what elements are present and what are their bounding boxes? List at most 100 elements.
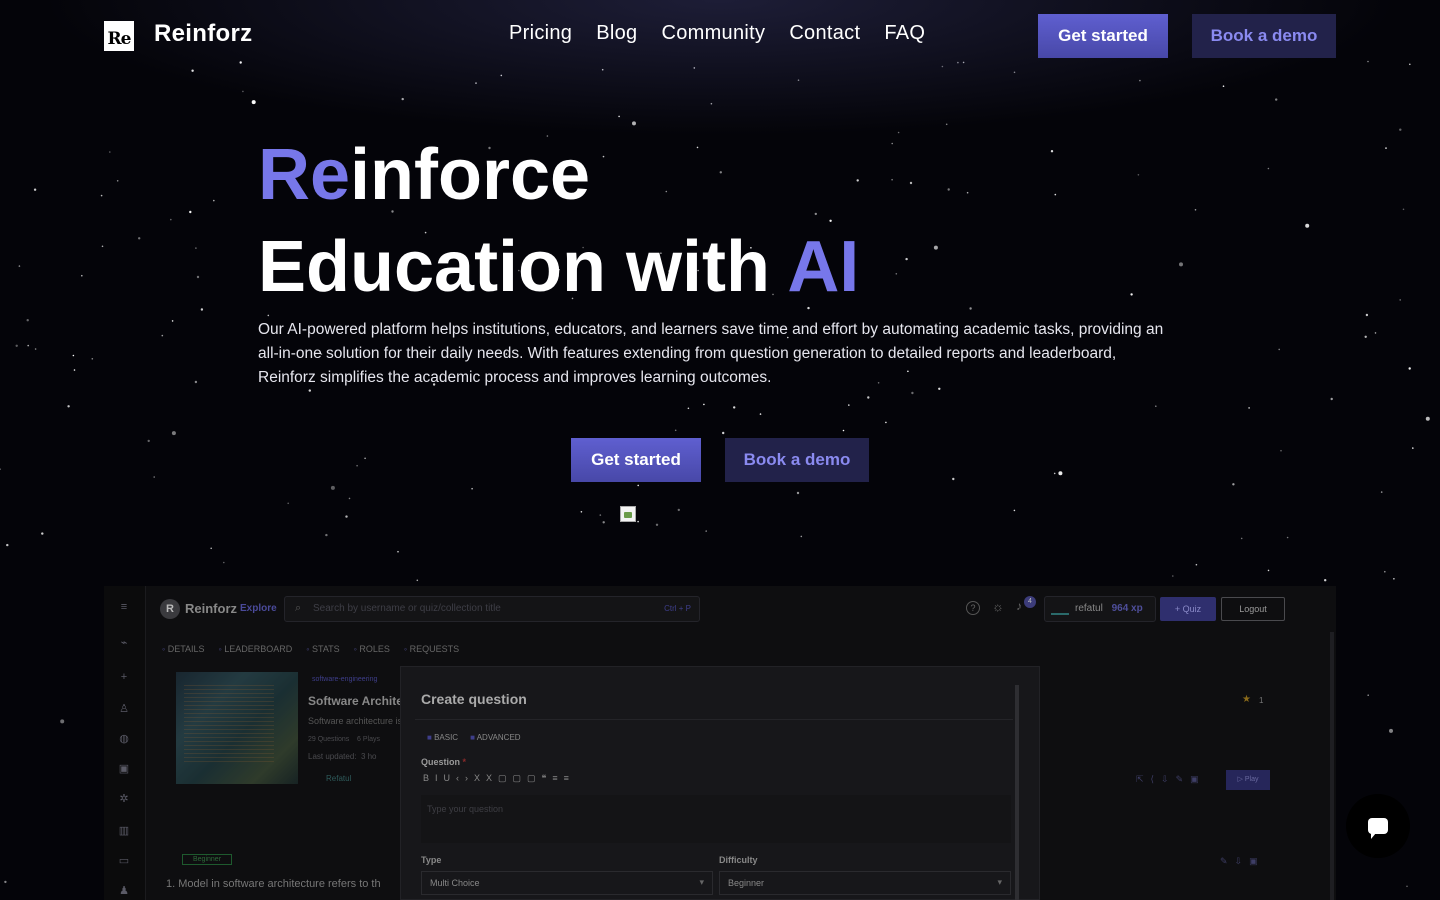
chat-widget-button[interactable] xyxy=(1346,794,1410,858)
hero-book-demo-button[interactable]: Book a demo xyxy=(725,438,869,482)
rich-text-toolbar: BIU‹›XX▢▢▢❝≡≡ xyxy=(423,773,575,783)
nav-book-demo-button[interactable]: Book a demo xyxy=(1192,14,1336,58)
star xyxy=(602,521,605,524)
hero-get-started-button[interactable]: Get started xyxy=(571,438,701,482)
preview-brand: Reinforz xyxy=(185,601,237,616)
star xyxy=(933,245,938,250)
nav-link-contact[interactable]: Contact xyxy=(789,22,860,45)
preview-xp: 964 xp xyxy=(1111,603,1143,614)
star xyxy=(1286,536,1289,539)
star xyxy=(703,403,705,406)
star xyxy=(1232,483,1235,486)
star xyxy=(195,247,197,249)
star xyxy=(693,67,696,69)
main-nav: Pricing Blog Community Contact FAQ xyxy=(509,22,925,45)
modal-scrollbar xyxy=(1015,685,1019,900)
difficulty-select: Beginner xyxy=(719,871,1011,895)
star xyxy=(1330,397,1333,401)
star xyxy=(213,199,215,202)
star xyxy=(848,404,850,406)
star xyxy=(759,413,762,415)
create-question-modal: Create question BASIC ADVANCED Question … xyxy=(400,666,1040,900)
star xyxy=(171,431,176,436)
star xyxy=(655,523,659,526)
star xyxy=(1367,60,1369,63)
star xyxy=(67,405,70,408)
preview-topbar: R Reinforz Explore ⌕ Search by username … xyxy=(146,586,1336,632)
star xyxy=(287,502,290,505)
star xyxy=(27,344,30,347)
modal-tabs: BASIC ADVANCED xyxy=(427,733,521,742)
hero-title-inforce: inforce xyxy=(350,135,591,215)
nav-link-blog[interactable]: Blog xyxy=(596,22,637,45)
star xyxy=(1139,79,1141,82)
star xyxy=(171,320,174,322)
logo-icon[interactable]: Re xyxy=(104,21,134,51)
modal-tab-basic: BASIC xyxy=(427,733,458,742)
star xyxy=(345,515,348,518)
star xyxy=(200,308,204,311)
nav-link-community[interactable]: Community xyxy=(661,22,765,45)
folder-icon: ▭ xyxy=(118,855,130,867)
modal-title: Create question xyxy=(421,691,527,707)
star xyxy=(637,484,639,487)
star xyxy=(475,82,477,84)
star xyxy=(911,391,914,395)
search-icon: ⌕ xyxy=(295,602,302,614)
star xyxy=(722,431,725,435)
star xyxy=(796,491,800,495)
star xyxy=(161,334,164,337)
star xyxy=(397,550,399,553)
question-action-icons: ✎⇩▣ xyxy=(1220,856,1265,866)
star xyxy=(637,520,639,523)
brand-name[interactable]: Reinforz xyxy=(154,20,252,48)
star xyxy=(842,429,845,432)
star xyxy=(330,485,335,490)
preview-tab-roles: ROLES xyxy=(354,644,390,654)
star xyxy=(33,188,37,191)
star xyxy=(797,79,800,81)
menu-icon: ≡ xyxy=(120,601,128,613)
star xyxy=(1278,348,1280,351)
star xyxy=(601,68,604,71)
star xyxy=(0,468,1,470)
star xyxy=(500,74,503,77)
star xyxy=(733,406,736,409)
preview-explore-link: Explore xyxy=(240,603,277,614)
star xyxy=(1409,63,1411,66)
star xyxy=(1050,150,1054,153)
preview-search-input: ⌕ Search by username or quiz/collection … xyxy=(284,596,700,622)
nav-link-faq[interactable]: FAQ xyxy=(884,22,925,45)
star xyxy=(705,530,707,532)
nav-get-started-button[interactable]: Get started xyxy=(1038,14,1168,58)
star xyxy=(719,171,722,174)
star xyxy=(73,369,76,371)
preview-scrollbar xyxy=(1330,632,1334,900)
star xyxy=(957,61,959,64)
nav-link-pricing[interactable]: Pricing xyxy=(509,22,572,45)
star xyxy=(18,265,21,267)
star xyxy=(969,307,972,310)
star xyxy=(1179,262,1183,267)
preview-sidebar: ≡ ⌁ + ♙ ◍ ▣ ✲ ▥ ▭ ♟ xyxy=(104,586,146,900)
star xyxy=(1058,471,1063,476)
star xyxy=(1053,472,1056,475)
star xyxy=(1406,885,1408,888)
star xyxy=(1275,98,1278,101)
star xyxy=(1137,174,1140,176)
star xyxy=(138,237,141,240)
star xyxy=(1013,71,1016,74)
avatar-icon: ⌁ xyxy=(120,637,128,649)
star xyxy=(109,151,111,153)
star xyxy=(1172,575,1174,577)
star xyxy=(191,69,194,72)
star xyxy=(242,90,244,93)
notification-badge: 4 xyxy=(1024,596,1036,608)
hero-title-accent-ai: AI xyxy=(787,227,860,307)
star xyxy=(100,194,103,197)
star xyxy=(1364,335,1367,338)
question-row: 1. Model in software architecture refers… xyxy=(166,878,381,890)
course-updated: Last updated: 3 ho xyxy=(308,752,377,761)
star xyxy=(41,532,44,535)
star xyxy=(895,273,898,275)
